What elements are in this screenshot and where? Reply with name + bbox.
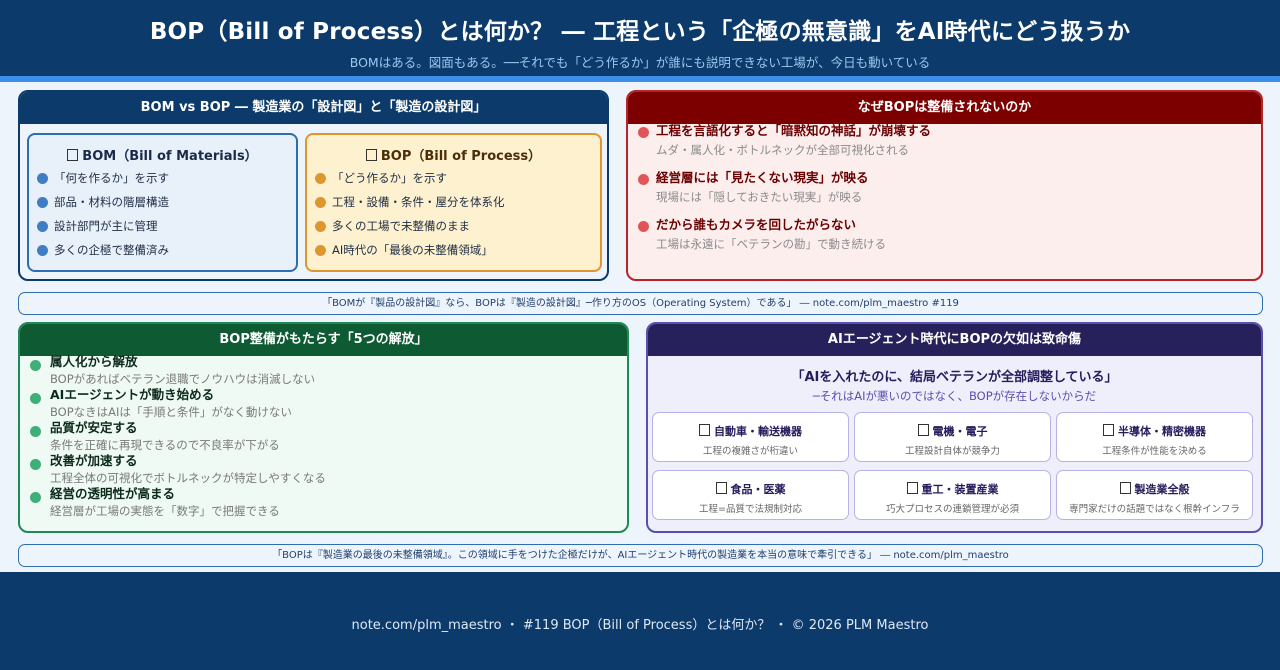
list-item: だから誰もカメラを回したがらない 工場は永遠に「ベテランの勘」で動き続ける: [638, 214, 1251, 261]
list-item: 工程・設備・条件・屋分を体系化: [315, 190, 592, 214]
bullet-icon: [37, 220, 48, 232]
list-item: 属人化から解放 BOPがあればベテラン退職でノウハウは消滅しない: [30, 351, 617, 386]
list-item: AIエージェントが動き始める BOPなきはAIは「手順と条件」がなく動けない: [30, 384, 617, 419]
bop-box: BOP（Bill of Process） 「どう作るか」を示す 工程・設備・条件…: [305, 133, 602, 272]
bullet-icon: [638, 127, 649, 138]
list-item: 多くの企極で整備済み: [37, 238, 288, 262]
ai-quote: 「AIを入れたのに、結局ベテランが全部調整している」: [791, 370, 1118, 385]
bullet-icon: [315, 220, 326, 232]
bullet-icon: [37, 196, 48, 208]
bullet-icon: [37, 244, 48, 256]
footer-text: note.com/plm_maestro ・ #119 BOP（Bill of …: [351, 618, 929, 633]
industry-card: 食品・医薬 工程=品質で法規制対応: [652, 470, 849, 520]
building-icon: [1119, 482, 1131, 494]
bullet-icon: [30, 360, 41, 371]
ai-subquote: ─それはAIが悪いのではなく、BOPが存在しないからだ: [812, 389, 1097, 403]
list-item: 経営層には「見たくない現実」が映る 現場には「隠しておきたい現実」が映る: [638, 167, 1251, 214]
car-icon: [699, 424, 710, 436]
bullet-icon: [315, 172, 326, 184]
why-card: なぜBOPは整備されないのか 工程を言語化すると「暗黙知の神話」が崩壊する ムダ・…: [626, 90, 1263, 281]
bullet-icon: [30, 459, 41, 470]
electric-icon: [917, 424, 929, 436]
industry-card: 製造業全般 専門家だけの話題ではなく根幹インフラ: [1056, 470, 1253, 520]
list-item: 工程を言語化すると「暗黙知の神話」が崩壊する ムダ・属人化・ボトルネックが全部可視…: [638, 120, 1251, 167]
list-item: 「何を作るか」を示す: [37, 166, 288, 190]
bullet-icon: [638, 221, 649, 232]
document-icon: [67, 149, 79, 161]
page-subtitle: BOMはある。図面もある。──それでも「どう作るか」が誰にも説明できない工場が、…: [349, 55, 931, 70]
bullet-icon: [315, 196, 326, 208]
list-item: 品質が安定する 条件を正確に再現できるので不良率が下がる: [30, 417, 617, 452]
industry-card: 電機・電子 工程設計自体が競争力: [854, 412, 1051, 462]
footer: note.com/plm_maestro ・ #119 BOP（Bill of …: [0, 572, 1280, 670]
bop-heading: BOP（Bill of Process）: [380, 149, 542, 164]
list-item: 改善が加速する 工程全体の可視化でボトルネックが特定しやすくなる: [30, 450, 617, 485]
main-content: BOM vs BOP ― 製造業の「設計図」と「製造の設計図」 BOM（Bill…: [0, 82, 1280, 572]
bullet-icon: [30, 426, 41, 437]
chip-icon: [1103, 424, 1114, 436]
list-item: 部品・材料の階層構造: [37, 190, 288, 214]
industry-card: 自動車・輸送機器 工程の複雑さが桁違い: [652, 412, 849, 462]
bullet-icon: [315, 244, 326, 256]
medicine-icon: [715, 482, 727, 494]
list-item: 「どう作るか」を示す: [315, 166, 592, 190]
bom-vs-bop-card: BOM vs BOP ― 製造業の「設計図」と「製造の設計図」 BOM（Bill…: [18, 90, 609, 281]
list-item: AI時代の「最後の未整備領域」: [315, 238, 592, 262]
industry-card: 半導体・精密機器 工程条件が性能を決める: [1056, 412, 1253, 462]
bom-vs-bop-title: BOM vs BOP ― 製造業の「設計図」と「製造の設計図」: [20, 92, 607, 124]
list-item: 経営の透明性が高まる 経営層が工場の実態を「数字」で把握できる: [30, 483, 617, 518]
bom-box: BOM（Bill of Materials） 「何を作るか」を示す 部品・材料の…: [27, 133, 298, 272]
gear-icon: [365, 149, 377, 161]
header: BOP（Bill of Process）とは何か？ ― 工程という「企極の無意識…: [0, 0, 1280, 76]
bullet-icon: [638, 174, 649, 185]
page-title: BOP（Bill of Process）とは何か？ ― 工程という「企極の無意識…: [149, 19, 1131, 45]
bom-heading: BOM（Bill of Materials）: [82, 149, 258, 164]
list-item: 多くの工場で未整備のまま: [315, 214, 592, 238]
five-liberations-card: BOP整備がもたらす「5つの解放」 属人化から解放 BOPがあればベテラン退職でノ…: [18, 322, 629, 533]
bullet-icon: [37, 172, 48, 184]
factory-icon: [906, 482, 918, 494]
ai-agent-card: AIエージェント時代にBOPの欠如は致命傷 「AIを入れたのに、結局ベテランが全…: [646, 322, 1263, 533]
bullet-icon: [30, 492, 41, 503]
quote-banner: 「BOPは『製造業の最後の未整備領域』。この領域に手をつけた企極だけが、AIエー…: [18, 544, 1263, 567]
industry-card: 重工・装置産業 巧大プロセスの連鎖管理が必須: [854, 470, 1051, 520]
ai-agent-title: AIエージェント時代にBOPの欠如は致命傷: [648, 324, 1261, 356]
list-item: 設計部門が主に管理: [37, 214, 288, 238]
bullet-icon: [30, 393, 41, 404]
quote-banner: 「BOMが『製品の設計図』なら、BOPは『製造の設計図』─作り方のOS（Oper…: [18, 292, 1263, 315]
